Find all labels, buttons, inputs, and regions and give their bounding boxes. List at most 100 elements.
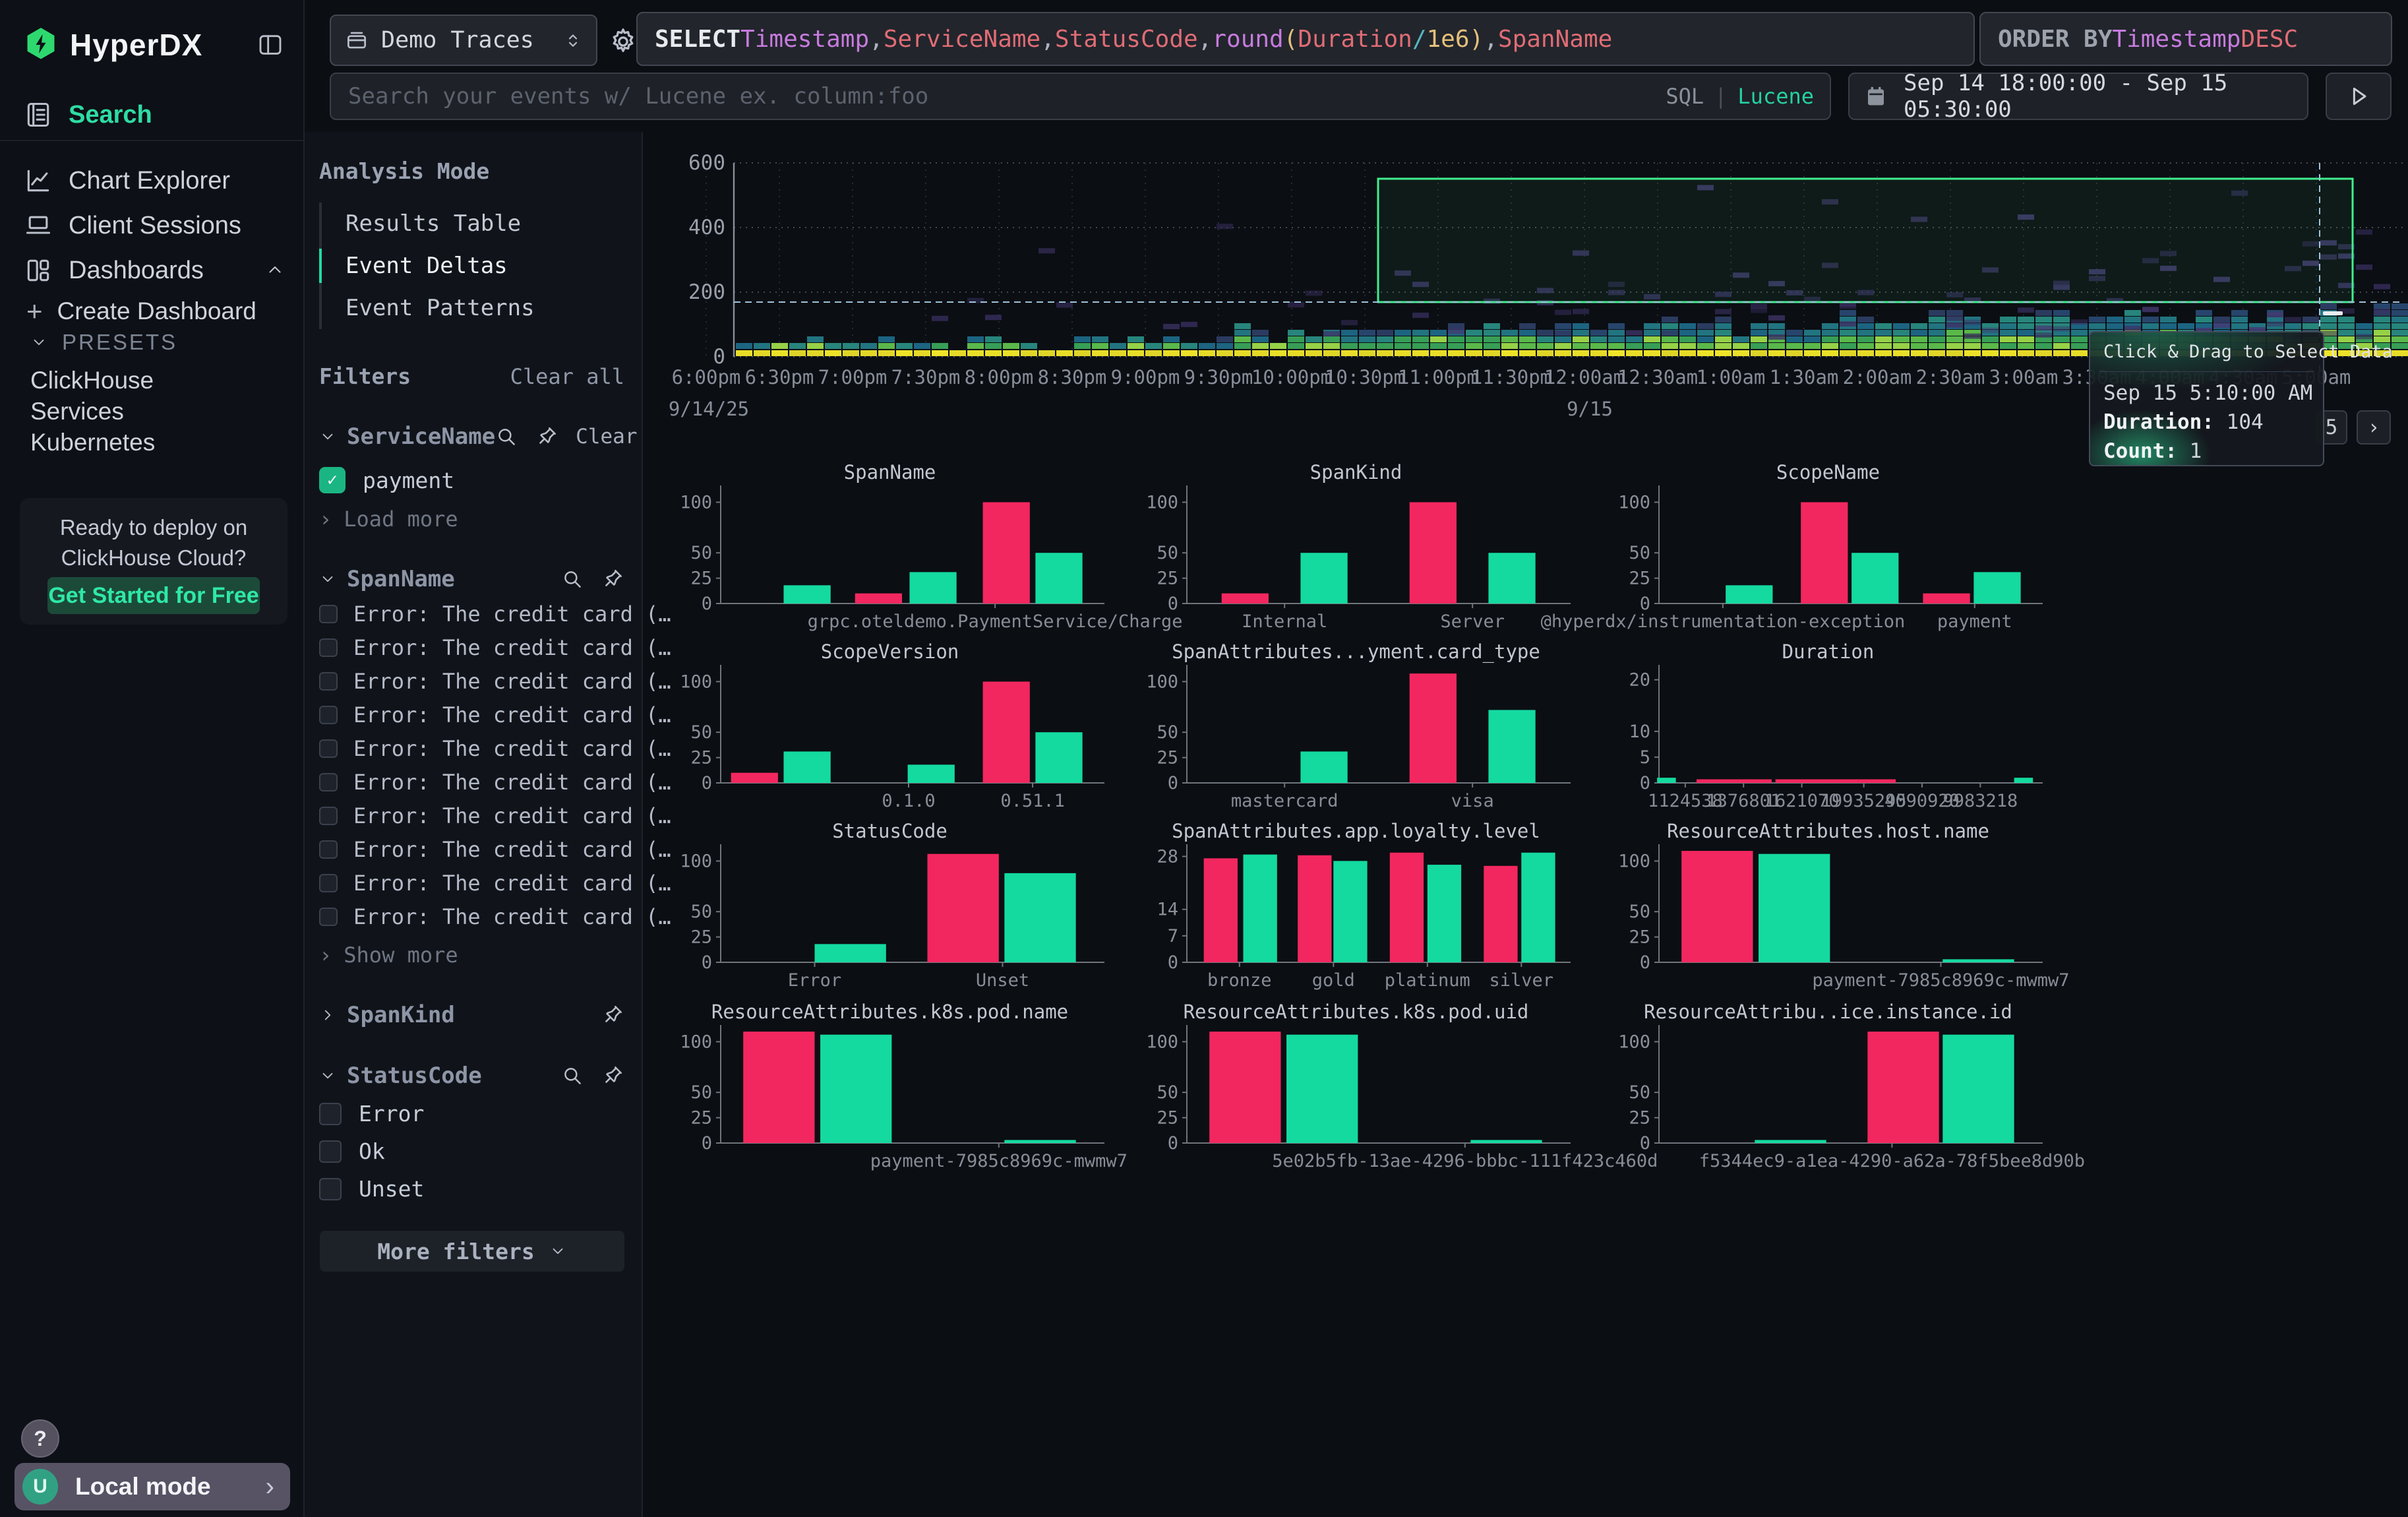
- pin-icon[interactable]: [601, 1003, 624, 1027]
- filter-option-payment[interactable]: ✓ payment: [319, 467, 624, 493]
- presets-header[interactable]: PRESETS: [30, 330, 177, 355]
- checkbox[interactable]: [319, 874, 338, 892]
- filter-group-spankind[interactable]: SpanKind: [319, 1002, 624, 1028]
- svg-text:9:00pm: 9:00pm: [1111, 366, 1180, 388]
- checkbox[interactable]: [319, 773, 338, 791]
- svg-text:visa: visa: [1451, 791, 1494, 811]
- search-icon[interactable]: [561, 1065, 584, 1087]
- pin-icon[interactable]: [535, 425, 558, 449]
- date-range-picker[interactable]: Sep 14 18:00:00 - Sep 15 05:30:00: [1848, 73, 2308, 120]
- sidebar-collapse-icon[interactable]: [257, 32, 284, 58]
- sidebar-item-search[interactable]: Search: [24, 100, 285, 129]
- svg-text:7:30pm: 7:30pm: [891, 366, 961, 388]
- filter-option-spanname-1[interactable]: Error: The credit card (…: [319, 635, 624, 660]
- pin-icon[interactable]: [601, 1064, 624, 1088]
- checkbox[interactable]: [319, 739, 338, 758]
- filter-group-spanname[interactable]: SpanName: [319, 566, 624, 592]
- filter-option-spanname-4[interactable]: Error: The credit card (…: [319, 736, 624, 761]
- help-button[interactable]: ?: [21, 1419, 59, 1458]
- checkbox[interactable]: [319, 807, 338, 825]
- filter-option-spanname-9[interactable]: Error: The credit card (…: [319, 904, 624, 929]
- filter-option-spanname-0[interactable]: Error: The credit card (…: [319, 602, 624, 627]
- filter-option-spanname-7[interactable]: Error: The credit card (…: [319, 837, 624, 862]
- svg-text:25: 25: [690, 927, 712, 948]
- filter-option-spanname-2[interactable]: Error: The credit card (…: [319, 669, 624, 694]
- analysis-mode-results-table[interactable]: Results Table: [322, 202, 624, 245]
- chart-resourceattributes-k8s-pod-name[interactable]: ResourceAttributes.k8s.pod.name10050250p…: [682, 1001, 1117, 1178]
- chart-spanattributes-app-loyalty-level[interactable]: SpanAttributes.app.loyalty.level281470br…: [1148, 820, 1583, 997]
- clear-servicename-button[interactable]: Clear: [576, 425, 637, 449]
- filter-option-spanname-8[interactable]: Error: The credit card (…: [319, 871, 624, 896]
- checkbox[interactable]: ✓: [319, 467, 346, 493]
- chart-resourceattributes-host-name[interactable]: ResourceAttributes.host.name10050250paym…: [1620, 820, 2055, 997]
- checkbox[interactable]: [319, 1178, 342, 1200]
- checkbox[interactable]: [319, 638, 338, 657]
- run-query-button[interactable]: [2326, 73, 2392, 120]
- spanname-options: Error: The credit card (… Error: The cre…: [319, 602, 624, 929]
- chart-scopeversion[interactable]: ScopeVersion100502500.1.00.51.1: [682, 641, 1117, 818]
- search-input[interactable]: [347, 82, 1666, 110]
- sql-select-input[interactable]: SELECT Timestamp, ServiceName, StatusCod…: [636, 12, 1975, 66]
- lucene-mode-button[interactable]: Lucene: [1737, 84, 1814, 109]
- sidebar-item-kubernetes[interactable]: Kubernetes: [30, 429, 155, 456]
- svg-text:10:00pm: 10:00pm: [1251, 366, 1332, 388]
- checkbox[interactable]: [319, 672, 338, 691]
- chart-resourceattributes-k8s-pod-uid[interactable]: ResourceAttributes.k8s.pod.uid100502505e…: [1148, 1001, 1583, 1178]
- svg-text:25: 25: [690, 748, 712, 768]
- pin-icon[interactable]: [601, 567, 624, 591]
- order-by-input[interactable]: ORDER BY Timestamp DESC: [1979, 12, 2392, 66]
- local-mode-button[interactable]: U Local mode ›: [15, 1463, 290, 1510]
- svg-text:100: 100: [1146, 492, 1178, 512]
- search-icon[interactable]: [561, 568, 584, 590]
- data-source-select[interactable]: Demo Traces: [330, 15, 597, 66]
- gear-icon[interactable]: [608, 26, 638, 57]
- checkbox[interactable]: [319, 605, 338, 623]
- filter-option-spanname-3[interactable]: Error: The credit card (…: [319, 702, 624, 728]
- svg-text:SpanKind: SpanKind: [1310, 461, 1402, 483]
- chart-spanattributes-yment-card-type[interactable]: SpanAttributes...yment.card_type10050250…: [1148, 641, 1583, 818]
- filter-option-spanname-5[interactable]: Error: The credit card (…: [319, 770, 624, 795]
- sidebar-item-services[interactable]: Services: [30, 398, 124, 425]
- sidebar-item-label: Client Sessions: [69, 212, 241, 240]
- sql-mode-button[interactable]: SQL: [1666, 84, 1704, 109]
- chart-statuscode[interactable]: StatusCode10050250ErrorUnset: [682, 820, 1117, 997]
- filter-option-unset[interactable]: Unset: [319, 1176, 624, 1202]
- svg-text:platinum: platinum: [1385, 970, 1470, 991]
- chart-duration[interactable]: Duration20105011245381376801162107019935…: [1620, 641, 2055, 818]
- filter-option-error[interactable]: Error: [319, 1101, 624, 1127]
- sidebar-item-clickhouse[interactable]: ClickHouse: [30, 367, 154, 394]
- clear-all-filters-button[interactable]: Clear all: [510, 364, 624, 389]
- svg-text:100: 100: [1146, 1032, 1178, 1052]
- chart-resourceattribu-ice-instance-id[interactable]: ResourceAttribu..ice.instance.id10050250…: [1620, 1001, 2055, 1178]
- chart-scopename[interactable]: ScopeName10050250@hyperdx/instrumentatio…: [1620, 462, 2055, 638]
- analysis-mode-event-patterns[interactable]: Event Patterns: [322, 287, 624, 329]
- checkbox[interactable]: [319, 840, 338, 859]
- sidebar-item-dashboards[interactable]: Dashboards: [24, 256, 285, 285]
- analysis-mode-event-deltas[interactable]: Event Deltas: [322, 245, 624, 287]
- query-token: Timestamp: [740, 26, 869, 53]
- checkbox[interactable]: [319, 908, 338, 926]
- filter-group-statuscode[interactable]: StatusCode: [319, 1063, 624, 1089]
- query-token: Timestamp: [2112, 26, 2241, 53]
- show-more-link[interactable]: ›Show more: [319, 943, 624, 968]
- svg-text:ResourceAttributes.host.name: ResourceAttributes.host.name: [1667, 820, 1989, 842]
- pagination-next-button[interactable]: ›: [2357, 410, 2391, 445]
- chart-spankind[interactable]: SpanKind10050250InternalServer: [1148, 462, 1583, 638]
- checkbox[interactable]: [319, 1103, 342, 1125]
- more-filters-button[interactable]: More filters: [320, 1231, 624, 1272]
- create-dashboard-button[interactable]: + Create Dashboard: [26, 295, 256, 327]
- chart-spanname[interactable]: SpanName10050250grpc.oteldemo.PaymentSer…: [682, 462, 1117, 638]
- load-more-link[interactable]: ›Load more: [319, 507, 624, 532]
- sidebar-item-client-sessions[interactable]: Client Sessions: [24, 211, 285, 240]
- search-icon[interactable]: [495, 425, 518, 448]
- sidebar-item-chart-explorer[interactable]: Chart Explorer: [24, 166, 285, 195]
- chevron-down-icon: [30, 334, 47, 351]
- filter-option-spanname-6[interactable]: Error: The credit card (…: [319, 803, 624, 828]
- get-started-button[interactable]: Get Started for Free: [47, 577, 260, 614]
- checkbox[interactable]: [319, 1140, 342, 1163]
- clickhouse-cloud-promo: Ready to deploy on ClickHouse Cloud? Get…: [20, 498, 287, 625]
- checkbox[interactable]: [319, 706, 338, 724]
- query-token: SpanName: [1498, 26, 1612, 53]
- filter-group-servicename[interactable]: ServiceName Clear: [319, 423, 624, 450]
- filter-option-ok[interactable]: Ok: [319, 1138, 624, 1164]
